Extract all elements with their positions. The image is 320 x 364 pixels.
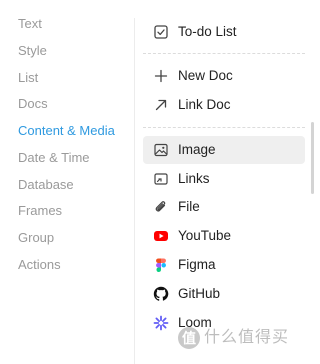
arrow-up-right-icon xyxy=(155,99,167,111)
category-docs[interactable]: Docs xyxy=(18,96,48,112)
category-list-item[interactable]: List xyxy=(18,70,38,86)
item-github[interactable]: GitHub xyxy=(143,280,305,308)
loom-icon xyxy=(153,315,169,331)
category-group[interactable]: Group xyxy=(18,230,54,246)
category-content-media[interactable]: Content & Media xyxy=(18,123,115,139)
checkbox-icon xyxy=(154,25,168,39)
item-label: YouTube xyxy=(178,228,232,243)
scrollbar-thumb[interactable] xyxy=(311,122,314,194)
category-date-time[interactable]: Date & Time xyxy=(18,150,90,166)
block-item-list: To-do List New Doc Link Doc Image Links … xyxy=(135,0,315,364)
github-icon xyxy=(153,286,169,301)
item-youtube[interactable]: YouTube xyxy=(143,222,305,250)
category-database[interactable]: Database xyxy=(18,177,74,193)
item-figma[interactable]: Figma xyxy=(143,251,305,279)
category-text[interactable]: Text xyxy=(18,16,42,32)
item-todo-list[interactable]: To-do List xyxy=(143,18,305,46)
paperclip-icon xyxy=(155,201,166,212)
item-links[interactable]: Links xyxy=(143,165,305,193)
slash-menu-panel: Text Style List Docs Content & Media Dat… xyxy=(0,0,315,364)
item-file[interactable]: File xyxy=(143,193,305,221)
plus-icon xyxy=(154,69,168,83)
watermark-text: 什么值得买 xyxy=(204,329,290,346)
item-link-doc[interactable]: Link Doc xyxy=(143,91,305,119)
link-card-icon xyxy=(154,173,168,185)
category-frames[interactable]: Frames xyxy=(18,203,62,219)
category-actions[interactable]: Actions xyxy=(18,257,61,273)
youtube-icon xyxy=(154,231,168,241)
category-style[interactable]: Style xyxy=(18,43,47,59)
item-label: Figma xyxy=(178,257,216,272)
item-label: To-do List xyxy=(178,24,237,39)
figma-icon xyxy=(156,258,166,272)
item-label: Links xyxy=(178,171,210,186)
watermark: 值 什么值得买 xyxy=(178,324,312,358)
item-label: New Doc xyxy=(178,68,233,83)
item-label: Image xyxy=(178,142,216,157)
item-label: Link Doc xyxy=(178,97,231,112)
category-list: Text Style List Docs Content & Media Dat… xyxy=(0,0,134,364)
section-divider xyxy=(143,53,305,54)
image-icon xyxy=(154,143,168,157)
watermark-badge-icon: 值 xyxy=(178,327,200,349)
item-new-doc[interactable]: New Doc xyxy=(143,62,305,90)
item-label: File xyxy=(178,199,200,214)
item-image[interactable]: Image xyxy=(143,136,305,164)
item-label: GitHub xyxy=(178,286,221,301)
section-divider xyxy=(143,127,305,128)
